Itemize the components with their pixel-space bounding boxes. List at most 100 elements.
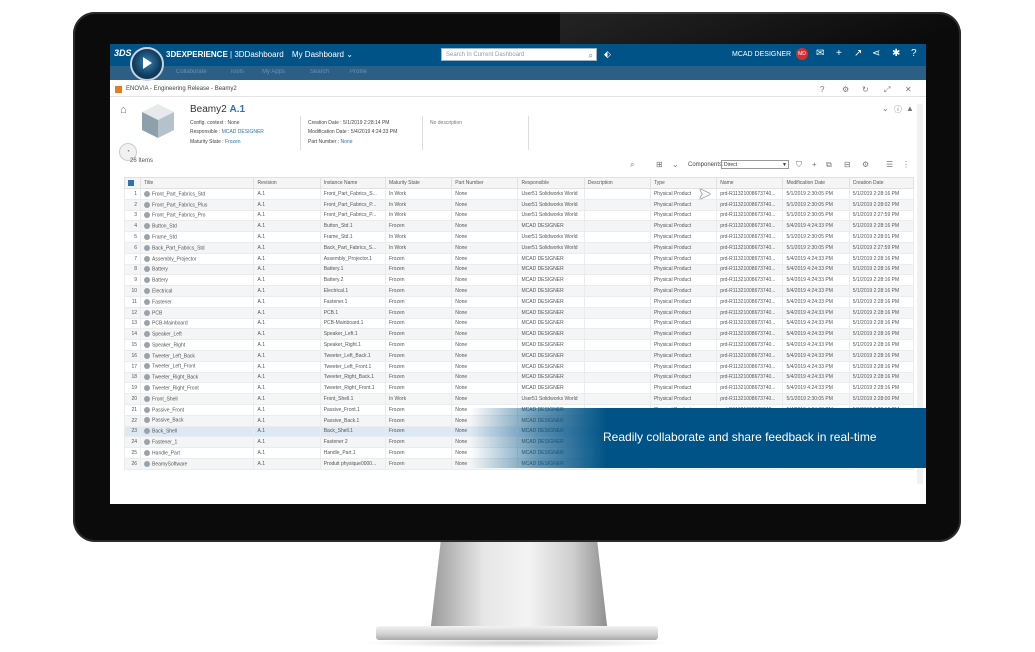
cell-maturity-state[interactable]: Frozen	[384, 328, 453, 341]
help-icon[interactable]: ?	[820, 85, 824, 94]
cell-revision[interactable]: A.1	[253, 457, 321, 470]
table-row[interactable]: 20 Front_Shell A.1 Front_Shell.1 In Work None…	[123, 393, 915, 405]
cell-maturity-state[interactable]: Frozen	[384, 414, 453, 427]
cell-title[interactable]: Front_Part_Fabrics_Plus	[140, 198, 255, 211]
tab-tools[interactable]: Tools	[230, 69, 244, 75]
table-row[interactable]: 8 Battery A.1 Battery.1 Frozen None MCAD DESIG…	[123, 263, 915, 276]
cell-part-number[interactable]: None	[451, 188, 519, 200]
cell-title[interactable]: Battery	[140, 263, 255, 276]
cell-maturity-state[interactable]: Frozen	[384, 339, 453, 351]
tab-profile[interactable]: Profile	[350, 69, 367, 75]
column-header-part-number[interactable]: Part Number	[451, 177, 519, 189]
cell-maturity-state[interactable]: Frozen	[384, 425, 453, 438]
row-number[interactable]: 19	[123, 382, 142, 395]
cell-revision[interactable]: A.1	[253, 317, 321, 330]
cell-responsible[interactable]: User51 Solidworks World	[517, 209, 585, 222]
select-all-checkbox[interactable]	[123, 177, 142, 189]
avatar[interactable]: MD	[796, 48, 808, 60]
row-number[interactable]: 13	[123, 317, 142, 330]
cell-title[interactable]: Frame_Std	[140, 231, 255, 243]
row-number[interactable]: 12	[123, 306, 142, 319]
cell-part-number[interactable]: None	[451, 382, 519, 395]
cell-maturity-state[interactable]: Frozen	[384, 403, 453, 416]
cell-title[interactable]: Tweeter_Left_Back	[140, 349, 255, 362]
cell-responsible[interactable]: MCAD DESIGNER	[517, 285, 585, 297]
column-header-responsible[interactable]: Responsible	[517, 177, 585, 189]
column-header-creation-date[interactable]: Creation Date	[848, 177, 915, 189]
list-view-icon[interactable]: ☰	[886, 160, 893, 169]
cell-maturity-state[interactable]: In Work	[384, 198, 453, 211]
cell-title[interactable]: Front_Part_Fabrics_Pro	[140, 209, 255, 222]
cell-revision[interactable]: A.1	[253, 360, 321, 373]
responsible-value[interactable]: MCAD DESIGNER	[222, 129, 264, 135]
cell-maturity-state[interactable]: Frozen	[384, 360, 453, 373]
home-icon[interactable]: ⌂	[120, 104, 127, 116]
table-row[interactable]: 15 Speaker_Right A.1 Speaker_Right.1 Frozen N…	[123, 339, 915, 351]
table-row[interactable]: 9 Battery A.1 Battery.2 Frozen None MCAD DESIG…	[123, 274, 915, 287]
cell-responsible[interactable]: MCAD DESIGNER	[517, 328, 585, 341]
table-row[interactable]: 16 Tweeter_Left_Back A.1 Tweeter_Left_Back.…	[123, 349, 915, 362]
tools-icon[interactable]: ✱	[892, 48, 900, 60]
cell-responsible[interactable]: MCAD DESIGNER	[517, 220, 585, 233]
close-icon[interactable]: ✕	[905, 85, 912, 94]
cell-responsible[interactable]: MCAD DESIGNER	[517, 382, 585, 395]
tag-icon[interactable]: ⬖	[604, 49, 611, 60]
cell-revision[interactable]: A.1	[253, 252, 321, 265]
cell-title[interactable]: Tweeter_Right_Back	[140, 371, 255, 384]
tab-my-apps[interactable]: My Apps	[262, 69, 285, 75]
cell-revision[interactable]: A.1	[253, 274, 321, 287]
cell-responsible[interactable]: MCAD DESIGNER	[517, 360, 585, 373]
cell-part-number[interactable]: None	[451, 274, 519, 287]
cell-maturity-state[interactable]: In Work	[384, 393, 453, 405]
row-number[interactable]: 9	[123, 274, 142, 287]
cell-part-number[interactable]: None	[451, 231, 519, 243]
row-number[interactable]: 23	[123, 425, 142, 438]
grid-icon[interactable]: ⊟	[844, 160, 851, 169]
cell-revision[interactable]: A.1	[253, 188, 321, 200]
dashboard-selector[interactable]: My Dashboard ⌄	[292, 50, 353, 59]
column-header-description[interactable]: Description	[583, 177, 651, 189]
cell-revision[interactable]: A.1	[253, 263, 321, 276]
row-number[interactable]: 11	[123, 295, 142, 308]
table-row[interactable]: 2 Front_Part_Fabrics_Plus A.1 Front_Part_Fa…	[123, 198, 915, 211]
cell-responsible[interactable]: User51 Solidworks World	[517, 231, 585, 243]
row-number[interactable]: 1	[123, 188, 142, 200]
cell-responsible[interactable]: MCAD DESIGNER	[517, 317, 585, 330]
row-number[interactable]: 17	[123, 360, 142, 373]
cell-maturity-state[interactable]: Frozen	[384, 382, 453, 395]
cell-responsible[interactable]: User51 Solidworks World	[517, 241, 585, 254]
cell-title[interactable]: Back_Part_Fabrics_Std	[140, 241, 255, 254]
cell-responsible[interactable]: MCAD DESIGNER	[517, 339, 585, 351]
table-row[interactable]: 1 Front_Part_Fabrics_Std A.1 Front_Part_Fab…	[123, 188, 915, 200]
expand-levels-icon[interactable]: ⊞	[656, 160, 663, 169]
table-row[interactable]: 19 Tweeter_Right_Front A.1 Tweeter_Right_Fr…	[123, 382, 915, 395]
table-row[interactable]: 6 Back_Part_Fabrics_Std A.1 Back_Part_Fabri…	[123, 241, 915, 254]
cell-responsible[interactable]: MCAD DESIGNER	[517, 274, 585, 287]
search-icon[interactable]: ⌕	[630, 160, 634, 170]
cell-responsible[interactable]: User51 Solidworks World	[517, 188, 585, 200]
cell-responsible[interactable]: MCAD DESIGNER	[517, 371, 585, 384]
table-row[interactable]: 13 PCB-Mainboard A.1 PCB-Mainboard.1 Frozen N…	[123, 317, 915, 330]
notifications-icon[interactable]: ✉	[816, 48, 824, 60]
row-number[interactable]: 8	[123, 263, 142, 276]
cell-revision[interactable]: A.1	[253, 285, 321, 297]
cell-part-number[interactable]: None	[451, 241, 519, 254]
cell-part-number[interactable]: None	[451, 220, 519, 233]
chevron-down-icon[interactable]: ⌄	[882, 104, 889, 113]
cell-title[interactable]: Handle_Part	[140, 447, 255, 459]
gear-icon[interactable]: ⚙	[842, 85, 849, 94]
add-icon[interactable]: +	[836, 48, 842, 60]
cell-part-number[interactable]: None	[451, 295, 519, 308]
row-number[interactable]: 21	[123, 403, 142, 416]
cell-revision[interactable]: A.1	[253, 447, 321, 459]
row-number[interactable]: 3	[123, 209, 142, 222]
cell-maturity-state[interactable]: Frozen	[384, 263, 453, 276]
tab-collaborate[interactable]: Collaborate	[176, 69, 207, 75]
row-number[interactable]: 7	[123, 252, 142, 265]
table-row[interactable]: 17 Tweeter_Left_Front A.1 Tweeter_Left_Fron…	[123, 360, 915, 373]
table-row[interactable]: 3 Front_Part_Fabrics_Pro A.1 Front_Part_Fab…	[123, 209, 915, 222]
search-input[interactable]: Search In Current Dashboard ⌕	[441, 48, 597, 61]
cell-revision[interactable]: A.1	[253, 425, 321, 438]
tree-view-icon[interactable]: ⋮	[902, 160, 910, 169]
cell-part-number[interactable]: None	[451, 263, 519, 276]
